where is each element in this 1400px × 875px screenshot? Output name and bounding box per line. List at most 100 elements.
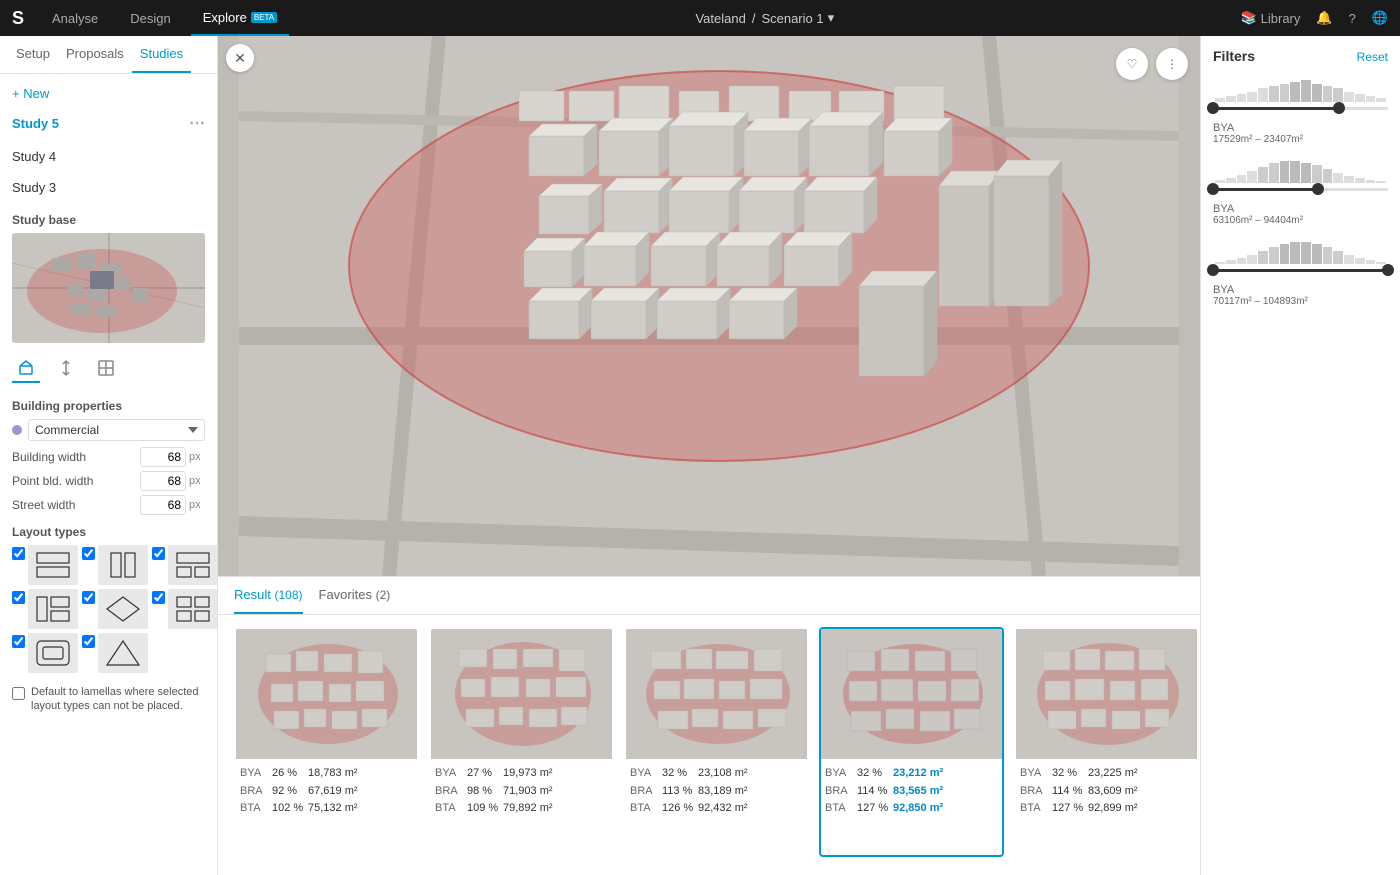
result-card-data-3: BYA32 %23,212 m² BRA114 %83,565 m² BTA12… bbox=[821, 759, 1002, 822]
results-count: (108) bbox=[274, 588, 302, 602]
layout-checkbox-4[interactable] bbox=[82, 591, 95, 604]
filter-label-2: BYA bbox=[1213, 284, 1388, 296]
center-panel: ✕ bbox=[218, 36, 1200, 875]
result-card-2[interactable]: BYA32 %23,108 m² BRA113 %83,189 m² BTA12… bbox=[624, 627, 809, 857]
layout-checkbox-2[interactable] bbox=[152, 547, 165, 560]
building-props-title: Building properties bbox=[12, 399, 205, 413]
layout-item-1 bbox=[82, 545, 148, 585]
study-item-4[interactable]: Study 4 bbox=[12, 141, 205, 172]
result-card-img-4 bbox=[1016, 629, 1197, 759]
result-card-data-2: BYA32 %23,108 m² BRA113 %83,189 m² BTA12… bbox=[626, 759, 807, 822]
building-width-input[interactable] bbox=[140, 447, 186, 467]
default-lamellas-label: Default to lamellas where selected layou… bbox=[31, 685, 205, 714]
study-item-5[interactable]: Study 5 ⋯ bbox=[12, 105, 205, 141]
layout-thumb-1 bbox=[98, 545, 148, 585]
breadcrumb-separator: / bbox=[752, 11, 756, 26]
help-button[interactable]: ? bbox=[1349, 11, 1356, 26]
layout-thumb-0 bbox=[28, 545, 78, 585]
tab-proposals[interactable]: Proposals bbox=[58, 36, 132, 73]
result-card-4[interactable]: BYA32 %23,225 m² BRA114 %83,609 m² BTA12… bbox=[1014, 627, 1199, 857]
map-area[interactable]: ✕ bbox=[218, 36, 1200, 576]
results-panel: Result (108) Favorites (2) bbox=[218, 576, 1200, 875]
view-3d-icon[interactable] bbox=[12, 355, 40, 383]
left-sidebar: Setup Proposals Studies + New Study 5 ⋯ … bbox=[0, 36, 218, 875]
layout-thumb-3 bbox=[28, 589, 78, 629]
results-grid: BYA26 %18,783 m² BRA92 %67,619 m² BTA102… bbox=[218, 615, 1200, 869]
result-card-img-3 bbox=[821, 629, 1002, 759]
language-button[interactable]: 🌐 bbox=[1372, 10, 1388, 26]
city-map-svg bbox=[218, 36, 1200, 576]
new-study-button[interactable]: + New bbox=[12, 82, 205, 105]
filter-section-2: BYA 70117m² – 104893m² bbox=[1213, 242, 1388, 307]
building-type-color bbox=[12, 425, 22, 435]
tab-studies[interactable]: Studies bbox=[132, 36, 191, 73]
study-menu-dots[interactable]: ⋯ bbox=[189, 113, 205, 133]
filter-label-0: BYA bbox=[1213, 122, 1388, 134]
sidebar-content: + New Study 5 ⋯ Study 4 Study 3 Study ba… bbox=[0, 74, 217, 875]
filter-reset-button[interactable]: Reset bbox=[1357, 50, 1388, 64]
layout-checkbox-1[interactable] bbox=[82, 547, 95, 560]
layout-types-grid bbox=[12, 545, 205, 673]
layout-item-4 bbox=[82, 589, 148, 629]
layout-thumb-4 bbox=[98, 589, 148, 629]
study-base-svg bbox=[12, 233, 205, 343]
nav-analyse[interactable]: Analyse bbox=[40, 0, 110, 36]
app-logo: S bbox=[12, 8, 24, 29]
result-card-0[interactable]: BYA26 %18,783 m² BRA92 %67,619 m² BTA102… bbox=[234, 627, 419, 857]
result-card-3[interactable]: BYA32 %23,212 m² BRA114 %83,565 m² BTA12… bbox=[819, 627, 1004, 857]
street-width-input[interactable] bbox=[140, 495, 186, 515]
study-item-3[interactable]: Study 3 bbox=[12, 172, 205, 203]
view-height-icon[interactable] bbox=[52, 355, 80, 383]
layout-thumb-6 bbox=[28, 633, 78, 673]
scenario-selector[interactable]: Scenario 1 ▾ bbox=[761, 10, 834, 26]
layout-item-3 bbox=[12, 589, 78, 629]
favorites-count: (2) bbox=[376, 588, 391, 602]
more-options-button[interactable]: ⋮ bbox=[1156, 48, 1188, 80]
study-base-map[interactable] bbox=[12, 233, 205, 343]
layout-checkbox-0[interactable] bbox=[12, 547, 25, 560]
building-type-select[interactable]: Commercial bbox=[28, 419, 205, 441]
library-button[interactable]: 📚 Library bbox=[1240, 10, 1300, 26]
default-lamellas-checkbox[interactable] bbox=[12, 687, 25, 700]
layout-checkbox-5[interactable] bbox=[152, 591, 165, 604]
favorite-button[interactable]: ♡ bbox=[1116, 48, 1148, 80]
point-bld-width-label: Point bld. width bbox=[12, 474, 140, 488]
filter-label-1: BYA bbox=[1213, 203, 1388, 215]
result-card-data-0: BYA26 %18,783 m² BRA92 %67,619 m² BTA102… bbox=[236, 759, 417, 822]
close-panel-button[interactable]: ✕ bbox=[226, 44, 254, 72]
project-name[interactable]: Vateland bbox=[695, 11, 745, 26]
tab-results[interactable]: Result (108) bbox=[234, 577, 303, 614]
view-plan-icon[interactable] bbox=[92, 355, 120, 383]
layout-checkbox-3[interactable] bbox=[12, 591, 25, 604]
filter-range-2: 70117m² – 104893m² bbox=[1213, 296, 1388, 307]
nav-explore[interactable]: Explore BETA bbox=[191, 0, 289, 36]
filter-section-0: BYA 17529m² – 23407m² bbox=[1213, 80, 1388, 145]
filter-panel: Reset Filters bbox=[1200, 36, 1400, 875]
building-type-row: Commercial bbox=[12, 419, 205, 441]
layout-thumb-5 bbox=[168, 589, 217, 629]
nav-design[interactable]: Design bbox=[118, 0, 182, 36]
tab-favorites[interactable]: Favorites (2) bbox=[319, 577, 391, 614]
result-card-img-0 bbox=[236, 629, 417, 759]
result-card-img-1 bbox=[431, 629, 612, 759]
result-card-1[interactable]: BYA27 %19,973 m² BRA98 %71,903 m² BTA109… bbox=[429, 627, 614, 857]
sidebar-tabs: Setup Proposals Studies bbox=[0, 36, 217, 74]
layout-item-2 bbox=[152, 545, 217, 585]
layout-checkbox-6[interactable] bbox=[12, 635, 25, 648]
building-width-row: Building width px bbox=[12, 447, 205, 467]
results-tabs: Result (108) Favorites (2) bbox=[218, 577, 1200, 615]
point-bld-width-input[interactable] bbox=[140, 471, 186, 491]
filter-section-1: BYA 63106m² – 94404m² bbox=[1213, 161, 1388, 226]
layout-checkbox-7[interactable] bbox=[82, 635, 95, 648]
nav-right-actions: 📚 Library 🔔 ? 🌐 bbox=[1240, 10, 1388, 26]
filter-histogram-0 bbox=[1213, 80, 1388, 116]
layout-item-5 bbox=[152, 589, 217, 629]
filter-histogram-2 bbox=[1213, 242, 1388, 278]
point-bld-width-row: Point bld. width px bbox=[12, 471, 205, 491]
filter-histogram-1 bbox=[1213, 161, 1388, 197]
notifications-button[interactable]: 🔔 bbox=[1316, 10, 1332, 26]
main-layout: Setup Proposals Studies + New Study 5 ⋯ … bbox=[0, 36, 1400, 875]
layout-thumb-7 bbox=[98, 633, 148, 673]
tab-setup[interactable]: Setup bbox=[8, 36, 58, 73]
view-icons bbox=[12, 351, 205, 391]
